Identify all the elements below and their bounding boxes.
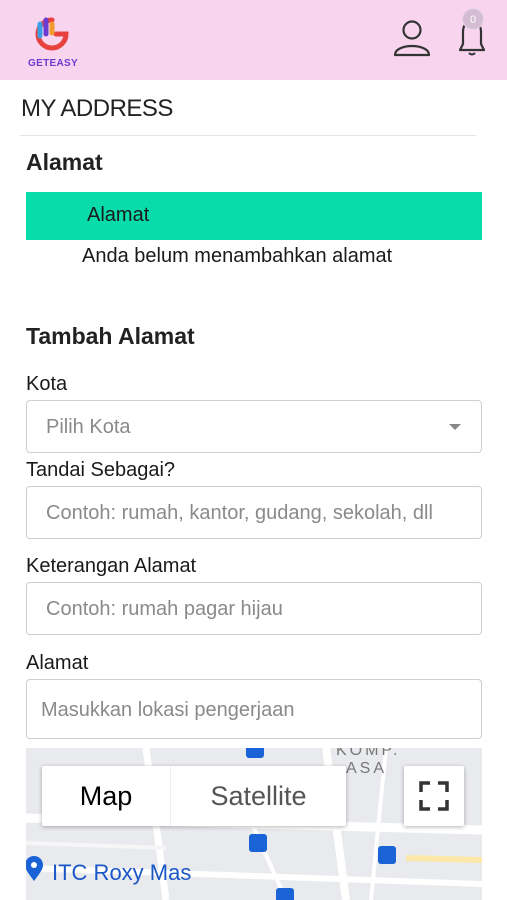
- map-type-map-button[interactable]: Map: [42, 766, 170, 826]
- map-place-label[interactable]: ITC Roxy Mas: [52, 860, 191, 886]
- map-pin-icon: [26, 856, 43, 881]
- notification-button[interactable]: 0: [452, 8, 492, 58]
- address-list-header-label: Alamat: [87, 204, 150, 226]
- tag-label: Tandai Sebagai?: [26, 459, 176, 481]
- logo-text: GETEASY: [28, 58, 78, 69]
- map-type-toggle: Map Satellite: [42, 766, 346, 826]
- logo-mark-icon: [35, 17, 69, 51]
- empty-address-message: Anda belum menambahkan alamat: [82, 245, 393, 267]
- address-location-placeholder: Masukkan lokasi pengerjaan: [41, 699, 295, 721]
- map-view[interactable]: KOMP. ASA ITC Roxy Mas Map Satellite: [26, 748, 482, 900]
- map-area-label-2: ASA: [346, 760, 388, 777]
- map-type-satellite-button[interactable]: Satellite: [170, 766, 346, 826]
- map-area-label-1: KOMP.: [336, 748, 401, 759]
- transit-stop-icon: [276, 888, 294, 900]
- chevron-down-icon: [449, 424, 461, 430]
- fullscreen-button[interactable]: [404, 766, 464, 826]
- tag-input[interactable]: Contoh: rumah, kantor, gudang, sekolah, …: [26, 486, 482, 539]
- tag-input-placeholder: Contoh: rumah, kantor, gudang, sekolah, …: [46, 502, 433, 524]
- transit-stop-icon: [246, 748, 264, 758]
- add-address-heading: Tambah Alamat: [26, 323, 195, 349]
- city-select-value: Pilih Kota: [46, 416, 131, 438]
- city-label: Kota: [26, 373, 68, 395]
- notification-badge: 0: [462, 8, 484, 30]
- address-list-header: Alamat: [26, 192, 482, 240]
- address-description-label: Keterangan Alamat: [26, 555, 197, 577]
- top-bar: GETEASY 0: [0, 0, 507, 80]
- transit-stop-icon: [378, 846, 396, 864]
- address-description-placeholder: Contoh: rumah pagar hijau: [46, 598, 283, 620]
- city-select[interactable]: Pilih Kota: [26, 400, 482, 453]
- page-title: MY ADDRESS: [21, 95, 173, 122]
- address-section-heading: Alamat: [26, 149, 103, 175]
- geteasy-logo[interactable]: GETEASY: [20, 14, 86, 72]
- divider: [20, 135, 476, 136]
- address-location-input[interactable]: Masukkan lokasi pengerjaan: [26, 679, 482, 739]
- user-icon[interactable]: [392, 18, 432, 58]
- transit-stop-icon: [249, 834, 267, 852]
- address-label: Alamat: [26, 652, 89, 674]
- fullscreen-icon: [419, 781, 449, 811]
- address-description-input[interactable]: Contoh: rumah pagar hijau: [26, 582, 482, 635]
